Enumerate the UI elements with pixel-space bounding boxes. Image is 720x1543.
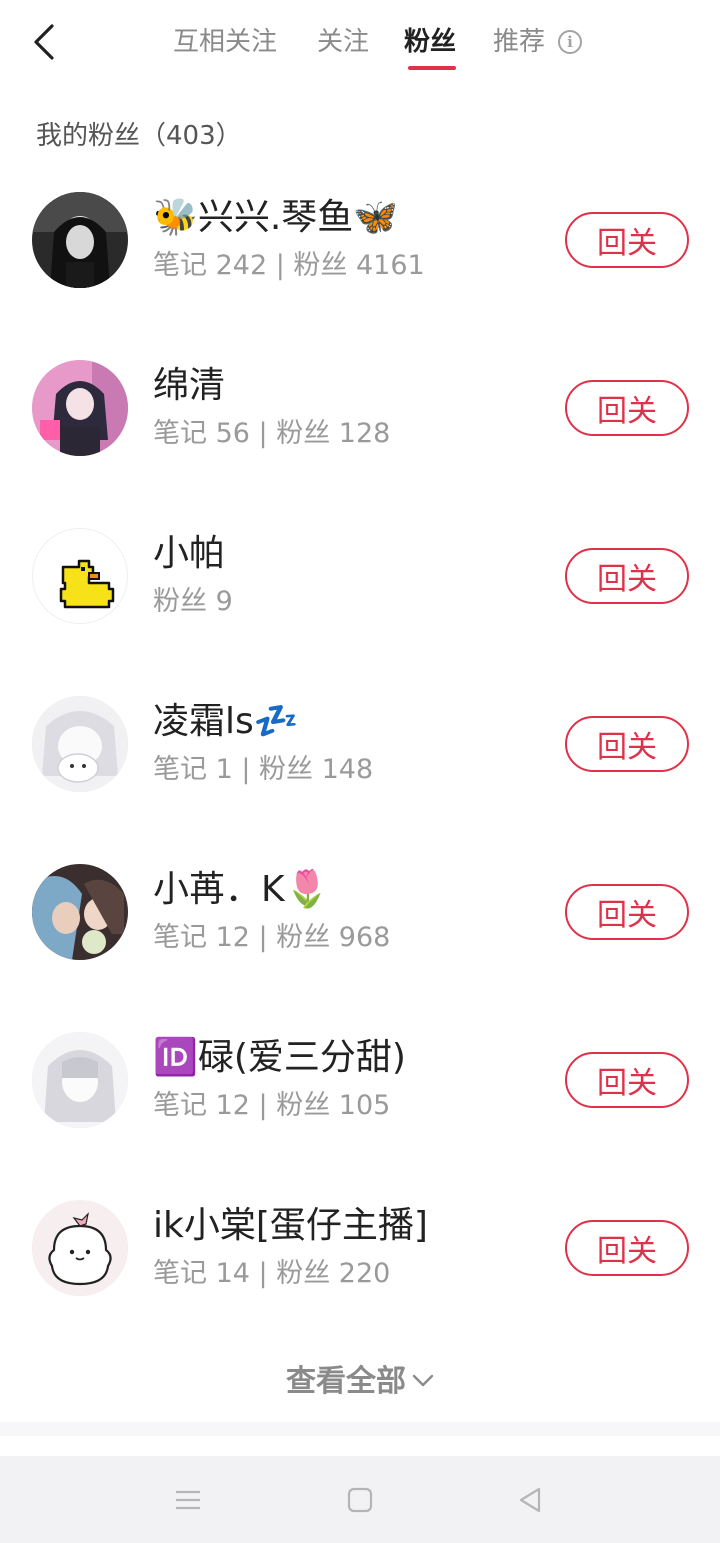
follow-back-button[interactable]: 回关 — [565, 380, 689, 436]
fan-name[interactable]: 🐝兴兴.琴鱼🦋 — [153, 194, 398, 242]
section-title: 我的粉丝（403） — [36, 121, 242, 151]
list-item[interactable]: 🆔碌(爱三分甜) 笔记 12 | 粉丝 105 回关 — [0, 996, 720, 1164]
fan-stats: 粉丝 9 — [153, 586, 233, 617]
info-glyph: i — [567, 32, 573, 51]
list-item[interactable]: 绵清 笔记 56 | 粉丝 128 回关 — [0, 324, 720, 492]
list-item[interactable]: 小苒．K🌷 笔记 12 | 粉丝 968 回关 — [0, 828, 720, 996]
fan-name[interactable]: ik小棠[蛋仔主播] — [153, 1202, 428, 1250]
avatar[interactable] — [32, 1200, 128, 1296]
fan-stats: 笔记 14 | 粉丝 220 — [153, 1258, 391, 1289]
section-divider — [0, 1422, 720, 1436]
top-bar: 互相关注 关注 粉丝 推荐 i — [0, 0, 720, 90]
tab-bar: 互相关注 关注 粉丝 推荐 i — [0, 0, 720, 90]
list-item[interactable]: ik小棠[蛋仔主播] 笔记 14 | 粉丝 220 回关 — [0, 1164, 720, 1332]
nav-menu-button[interactable] — [168, 1482, 208, 1518]
list-item[interactable]: 🐝兴兴.琴鱼🦋 笔记 242 | 粉丝 4161 回关 — [0, 156, 720, 324]
triangle-back-icon — [519, 1487, 541, 1513]
follow-back-button[interactable]: 回关 — [565, 1052, 689, 1108]
avatar[interactable] — [32, 1032, 128, 1128]
follow-back-button[interactable]: 回关 — [565, 548, 689, 604]
follow-back-button[interactable]: 回关 — [565, 212, 689, 268]
system-nav-bar — [0, 1456, 720, 1543]
square-icon — [347, 1487, 373, 1513]
fan-name[interactable]: 小苒．K🌷 — [153, 866, 329, 914]
list-item[interactable]: 凌霜ls💤 笔记 1 | 粉丝 148 回关 — [0, 660, 720, 828]
tab-fans[interactable]: 粉丝 — [404, 22, 456, 62]
chevron-down-icon — [412, 1361, 434, 1396]
avatar[interactable] — [32, 528, 128, 624]
follow-back-button[interactable]: 回关 — [565, 716, 689, 772]
info-icon[interactable]: i — [558, 30, 582, 54]
nav-home-button[interactable] — [340, 1482, 380, 1518]
fan-stats: 笔记 56 | 粉丝 128 — [153, 418, 391, 449]
avatar[interactable] — [32, 696, 128, 792]
nav-back-button[interactable] — [510, 1482, 550, 1518]
tab-mutual-follow[interactable]: 互相关注 — [173, 22, 277, 62]
fan-name[interactable]: 绵清 — [153, 362, 225, 410]
view-all-label: 查看全部 — [286, 1364, 406, 1399]
tab-following[interactable]: 关注 — [317, 22, 369, 62]
view-all-button[interactable]: 查看全部 — [0, 1350, 720, 1406]
fan-stats: 笔记 12 | 粉丝 968 — [153, 922, 391, 953]
fan-name[interactable]: 小帕 — [153, 530, 225, 578]
fan-stats: 笔记 12 | 粉丝 105 — [153, 1090, 391, 1121]
follow-back-button[interactable]: 回关 — [565, 884, 689, 940]
list-item[interactable]: 小帕 粉丝 9 回关 — [0, 492, 720, 660]
avatar[interactable] — [32, 192, 128, 288]
fan-stats: 笔记 1 | 粉丝 148 — [153, 754, 374, 785]
fan-name[interactable]: 凌霜ls💤 — [153, 698, 299, 746]
fan-name[interactable]: 🆔碌(爱三分甜) — [153, 1034, 406, 1082]
tab-recommend[interactable]: 推荐 — [493, 22, 545, 62]
active-tab-indicator — [408, 66, 456, 70]
menu-icon — [176, 1490, 200, 1510]
fan-stats: 笔记 242 | 粉丝 4161 — [153, 250, 425, 281]
follow-back-button[interactable]: 回关 — [565, 1220, 689, 1276]
avatar[interactable] — [32, 360, 128, 456]
avatar[interactable] — [32, 864, 128, 960]
